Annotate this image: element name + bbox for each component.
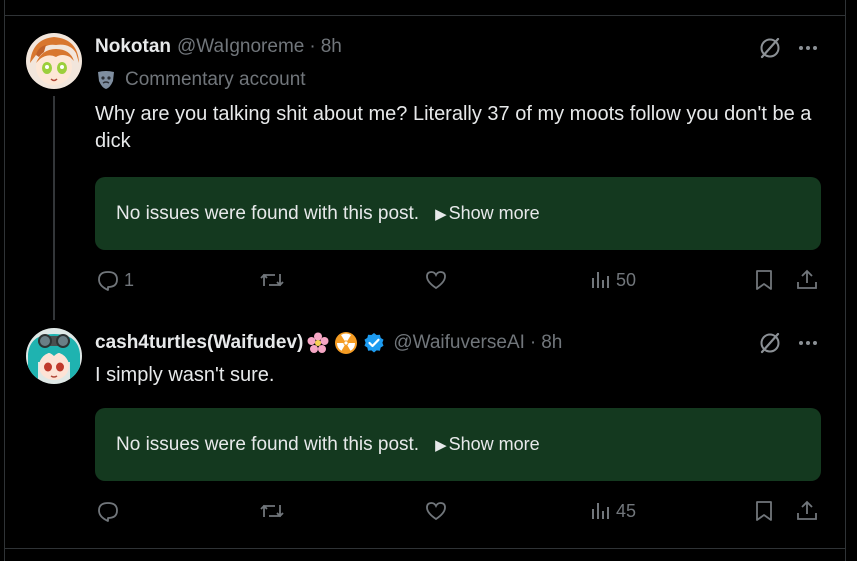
handle[interactable]: @WaifuverseAI — [393, 332, 525, 354]
share-button[interactable] — [795, 499, 819, 523]
play-triangle-icon: ▶ — [435, 436, 447, 454]
show-more-button[interactable]: ▶ Show more — [435, 434, 540, 455]
timestamp[interactable]: 8h — [541, 332, 562, 354]
community-note-box: No issues were found with this post. ▶ S… — [95, 408, 821, 481]
action-bar: 1 50 — [0, 268, 857, 296]
reply-count: 1 — [124, 269, 135, 290]
display-name[interactable]: Nokotan — [95, 36, 171, 58]
separator-dot: · — [529, 332, 537, 353]
reply-button[interactable] — [96, 499, 124, 523]
display-name[interactable]: cash4turtles(Waifudev) — [95, 332, 303, 354]
bookmark-icon — [756, 270, 772, 290]
badge-label: Commentary account — [125, 69, 306, 90]
bookmark-icon — [756, 501, 772, 521]
share-button[interactable] — [795, 268, 819, 292]
show-more-label: Show more — [448, 203, 540, 223]
avatar[interactable] — [26, 328, 82, 384]
post-text: I simply wasn't sure. — [95, 364, 275, 386]
reply-button[interactable]: 1 — [96, 268, 134, 292]
repost-icon — [260, 504, 284, 518]
show-more-button[interactable]: ▶ Show more — [435, 203, 540, 224]
post-header: cash4turtles(Waifudev) @WaifuverseAI · 8… — [95, 331, 562, 355]
like-icon — [426, 502, 446, 521]
more-icon[interactable] — [796, 36, 820, 65]
next-post-edge — [4, 547, 846, 561]
separator-dot: · — [309, 36, 316, 57]
views-button[interactable]: 50 — [590, 268, 636, 292]
action-bar: 45 — [0, 499, 857, 527]
commentary-badge: Commentary account — [95, 69, 306, 91]
mask-icon — [95, 69, 117, 91]
show-more-label: Show more — [448, 434, 540, 454]
bookmark-button[interactable] — [753, 268, 775, 292]
verified-badge[interactable] — [363, 332, 385, 354]
views-icon — [592, 503, 609, 519]
bookmark-button[interactable] — [753, 499, 775, 523]
repost-icon — [260, 273, 284, 287]
radioactive-emoji — [334, 331, 358, 355]
flower-emoji — [306, 331, 330, 355]
repost-button[interactable] — [259, 268, 285, 292]
play-triangle-icon: ▶ — [435, 205, 447, 223]
note-text: No issues were found with this post. — [116, 433, 420, 455]
repost-button[interactable] — [259, 499, 285, 523]
previous-post-edge — [4, 0, 846, 15]
grok-icon[interactable] — [758, 331, 782, 360]
handle[interactable]: @WaIgnoreme — [177, 36, 304, 58]
community-note-box: No issues were found with this post. ▶ S… — [95, 177, 821, 250]
reply-icon — [98, 502, 118, 522]
post-text: Why are you talking shit about me? Liter… — [95, 103, 812, 152]
view-count: 45 — [616, 500, 637, 521]
timestamp[interactable]: 8h — [321, 36, 342, 58]
avatar[interactable] — [26, 33, 82, 89]
share-icon — [797, 269, 817, 289]
like-icon — [426, 271, 446, 290]
view-count: 50 — [616, 269, 637, 290]
views-button[interactable]: 45 — [590, 499, 636, 523]
note-text: No issues were found with this post. — [116, 202, 420, 224]
reply-icon — [98, 271, 118, 291]
share-icon — [797, 500, 817, 520]
like-button[interactable] — [424, 268, 448, 292]
post-header: Nokotan @WaIgnoreme · 8h — [95, 36, 342, 58]
more-icon[interactable] — [796, 331, 820, 360]
views-icon — [592, 272, 609, 288]
grok-icon[interactable] — [758, 36, 782, 65]
like-button[interactable] — [424, 499, 448, 523]
